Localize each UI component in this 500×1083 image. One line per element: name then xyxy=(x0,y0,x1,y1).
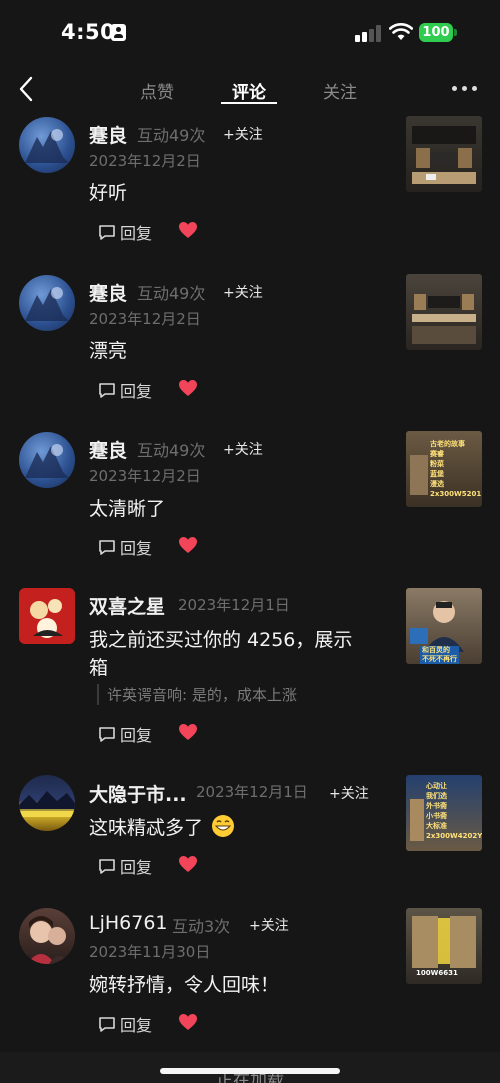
interaction-count: 互动49次 xyxy=(137,284,206,303)
reply-label: 回复 xyxy=(120,539,153,558)
thumbnail-caption: 古老的故事 xyxy=(430,440,465,448)
status-bar: 4:50 100 xyxy=(0,0,500,62)
comment-text-continued: 箱 xyxy=(89,657,109,679)
comment-date: 2023年12月2日 xyxy=(89,467,201,485)
cellular-signal-icon xyxy=(355,25,381,42)
heart-icon[interactable] xyxy=(178,221,198,239)
video-thumbnail[interactable] xyxy=(406,274,482,350)
video-thumbnail[interactable] xyxy=(406,116,482,192)
follow-button[interactable]: +关注 xyxy=(329,783,369,803)
status-time: 4:50 xyxy=(61,20,116,44)
reply-button[interactable]: 回复 xyxy=(98,722,152,746)
active-tab-indicator xyxy=(221,102,277,104)
follow-button[interactable]: +关注 xyxy=(223,282,263,302)
avatar[interactable] xyxy=(19,117,75,173)
author-reply-quote[interactable]: 许英谔音响: 是的，成本上涨 xyxy=(97,684,297,705)
reply-button[interactable]: 回复 xyxy=(98,1012,152,1036)
video-thumbnail[interactable]: 100W6631 xyxy=(406,908,482,984)
thumbnail-caption: 粉菜 xyxy=(430,460,444,468)
comment-date: 2023年11月30日 xyxy=(89,943,211,961)
video-thumbnail[interactable]: 心动让 我们选 外书斋 小书斋 大标准 2x300W4202Y xyxy=(406,775,482,851)
commenter-name[interactable]: 蹇良 xyxy=(89,279,127,306)
battery-indicator: 100 xyxy=(419,23,453,42)
thumbnail-caption: 2x300W5201 xyxy=(430,490,482,498)
comment-bubble-icon xyxy=(99,224,115,240)
comment-date: 2023年12月2日 xyxy=(89,310,201,328)
thumbnail-caption: 大标准 xyxy=(426,822,447,830)
thumbnail-caption: 100W6631 xyxy=(416,969,458,977)
follow-button[interactable]: +关注 xyxy=(223,124,263,144)
comment-text: 我之前还买过你的 4256，展示 xyxy=(89,629,353,651)
comment-date: 2023年12月1日 xyxy=(178,596,290,614)
heart-icon[interactable] xyxy=(178,536,198,554)
comment-text: 太清晰了 xyxy=(89,498,166,520)
grinning-face-emoji-icon xyxy=(212,815,235,837)
reply-button[interactable]: 回复 xyxy=(98,220,152,244)
comment-text: 漂亮 xyxy=(89,340,128,362)
battery-tip xyxy=(454,29,457,36)
commenter-name[interactable]: 蹇良 xyxy=(89,436,127,463)
commenter-name[interactable]: 大隐于市... xyxy=(89,780,187,807)
heart-icon[interactable] xyxy=(178,1013,198,1031)
avatar[interactable] xyxy=(19,275,75,331)
thumbnail-caption: 蓝堡 xyxy=(430,470,444,478)
reply-button[interactable]: 回复 xyxy=(98,535,152,559)
commenter-name[interactable]: 蹇良 xyxy=(89,121,127,148)
chevron-left-icon[interactable] xyxy=(16,76,38,102)
wifi-icon xyxy=(389,23,413,40)
thumbnail-caption: 心动让 xyxy=(426,782,447,790)
interaction-count: 互动3次 xyxy=(172,917,231,936)
reply-label: 回复 xyxy=(120,726,153,745)
interaction-count: 互动49次 xyxy=(137,126,206,145)
comment-bubble-icon xyxy=(99,539,115,555)
tab-comments[interactable]: 评论 xyxy=(232,78,266,103)
thumbnail-caption: 2x300W4202Y xyxy=(426,832,482,840)
heart-icon[interactable] xyxy=(178,855,198,873)
thumbnail-caption: 漫选 xyxy=(430,480,444,488)
video-thumbnail[interactable]: 和百灵的 不死不再行 xyxy=(406,588,482,664)
heart-icon[interactable] xyxy=(178,379,198,397)
interaction-count: 互动49次 xyxy=(137,441,206,460)
more-dots-icon[interactable] xyxy=(452,86,480,92)
reply-label: 回复 xyxy=(120,382,153,401)
thumbnail-caption: 和百灵的 xyxy=(422,646,450,654)
comment-bubble-icon xyxy=(99,382,115,398)
heart-icon[interactable] xyxy=(178,723,198,741)
follow-button[interactable]: +关注 xyxy=(249,915,289,935)
reply-label: 回复 xyxy=(120,224,153,243)
comment-bubble-icon xyxy=(99,858,115,874)
commenter-name[interactable]: LjH6761 xyxy=(89,912,168,934)
reply-label: 回复 xyxy=(120,858,153,877)
focus-person-icon xyxy=(111,24,126,41)
comment-bubble-icon xyxy=(99,726,115,742)
thumbnail-caption: 小书斋 xyxy=(426,812,447,820)
home-indicator[interactable] xyxy=(160,1068,340,1074)
comment-bubble-icon xyxy=(99,1016,115,1032)
thumbnail-caption: 我们选 xyxy=(426,792,447,800)
thumbnail-caption: 外书斋 xyxy=(426,802,447,810)
avatar[interactable] xyxy=(19,775,75,831)
tab-likes[interactable]: 点赞 xyxy=(140,78,174,103)
commenter-name[interactable]: 双喜之星 xyxy=(89,592,165,619)
comment-text-body: 这味精忒多了 xyxy=(89,817,204,839)
avatar[interactable] xyxy=(19,908,75,964)
comment-date: 2023年12月1日 xyxy=(196,783,308,801)
comment-date: 2023年12月2日 xyxy=(89,152,201,170)
comment-text: 婉转抒情，令人回味！ xyxy=(89,974,280,996)
video-thumbnail[interactable]: 古老的故事 赛睿 粉菜 蓝堡 漫选 2x300W5201 xyxy=(406,431,482,507)
thumbnail-caption: 赛睿 xyxy=(430,450,444,458)
thumbnail-caption: 不死不再行 xyxy=(422,655,457,663)
top-navigation: 点赞 评论 关注 xyxy=(0,68,500,108)
avatar[interactable] xyxy=(19,588,75,644)
reply-button[interactable]: 回复 xyxy=(98,378,152,402)
avatar[interactable] xyxy=(19,432,75,488)
tab-follows[interactable]: 关注 xyxy=(323,78,357,103)
comment-text: 好听 xyxy=(89,182,128,204)
reply-button[interactable]: 回复 xyxy=(98,854,152,878)
comment-text: 这味精忒多了 xyxy=(89,813,235,840)
follow-button[interactable]: +关注 xyxy=(223,439,263,459)
reply-label: 回复 xyxy=(120,1016,153,1035)
